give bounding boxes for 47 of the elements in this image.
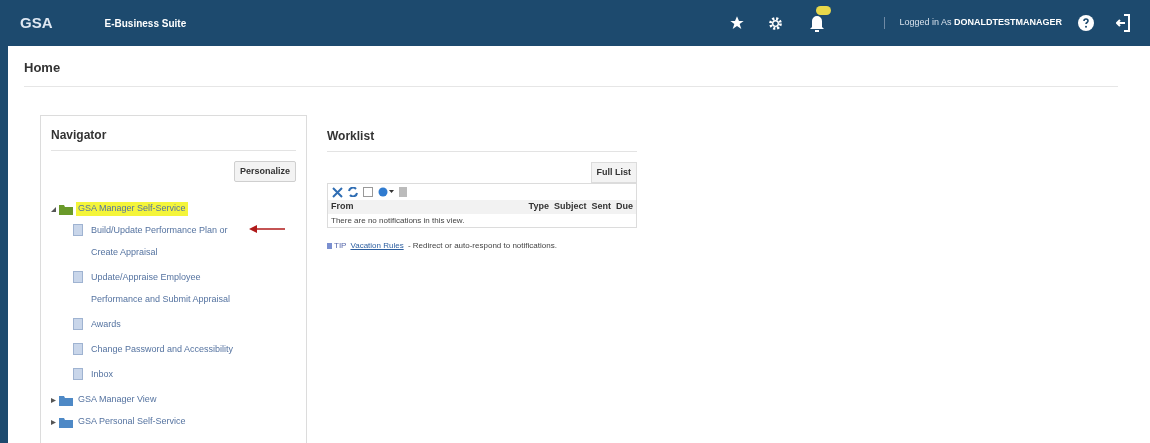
personalize-button[interactable]: Personalize (233, 160, 296, 182)
logo: GSA (20, 12, 53, 33)
menu-link[interactable]: Build/Update Performance Plan or Create Appraisal (91, 219, 241, 263)
detach-icon[interactable] (363, 187, 373, 197)
app-name: E-Business Suite (104, 16, 187, 31)
bell-icon[interactable] (810, 14, 825, 32)
folder-link[interactable]: GSA Manager View (76, 393, 159, 407)
settings-icon[interactable] (378, 187, 394, 197)
logout-icon[interactable] (1116, 14, 1130, 32)
folder-icon (59, 416, 73, 428)
page-title: Home (24, 59, 61, 77)
panel-title: Navigator (51, 125, 296, 151)
expand-arrow-icon[interactable] (51, 419, 56, 425)
page-icon (73, 343, 83, 355)
star-icon[interactable] (729, 15, 746, 31)
logged-in-text: Logged in As DONALDTESTMANAGER (899, 16, 1062, 30)
column-header[interactable]: Subject (553, 200, 587, 214)
folder-icon (59, 203, 73, 215)
page-icon (73, 224, 83, 236)
expand-icon[interactable] (332, 186, 343, 198)
menu-link[interactable]: Update/Appraise Employee Performance and Submit Appraisal (91, 266, 241, 310)
tip-icon (327, 243, 332, 249)
menu-link[interactable]: Awards (91, 313, 241, 335)
settings-icon[interactable] (767, 14, 785, 32)
notification-badge (816, 6, 832, 15)
vacation-rules-link[interactable]: Vacation Rules (350, 240, 404, 252)
help-icon[interactable] (1078, 15, 1094, 31)
folder-link[interactable]: GSA Personal Self-Service (76, 415, 188, 429)
tip-text: - Redirect or auto-respond to notifications. (406, 240, 557, 252)
menu-link[interactable]: Change Password and Accessibility (91, 338, 241, 360)
folder-icon (59, 394, 73, 406)
full-list-button[interactable]: Full List (590, 161, 637, 183)
menu-link[interactable]: Inbox (91, 363, 241, 385)
expand-arrow-icon[interactable] (51, 397, 56, 403)
empty-message: There are no notifications in this view. (330, 215, 466, 227)
page-icon (73, 368, 83, 380)
column-header[interactable]: From (331, 200, 524, 214)
folder-link[interactable]: GSA Manager Self-Service (76, 202, 188, 216)
column-header[interactable]: Type (528, 200, 549, 214)
collapse-arrow-icon[interactable] (51, 206, 56, 212)
column-header[interactable]: Sent (591, 200, 611, 214)
tip-label: TIP (334, 240, 347, 252)
page-icon (73, 271, 83, 283)
page-icon (73, 318, 83, 330)
panel-title: Worklist (327, 126, 637, 152)
refresh-icon[interactable] (348, 187, 358, 197)
column-header[interactable]: Due (616, 200, 633, 214)
